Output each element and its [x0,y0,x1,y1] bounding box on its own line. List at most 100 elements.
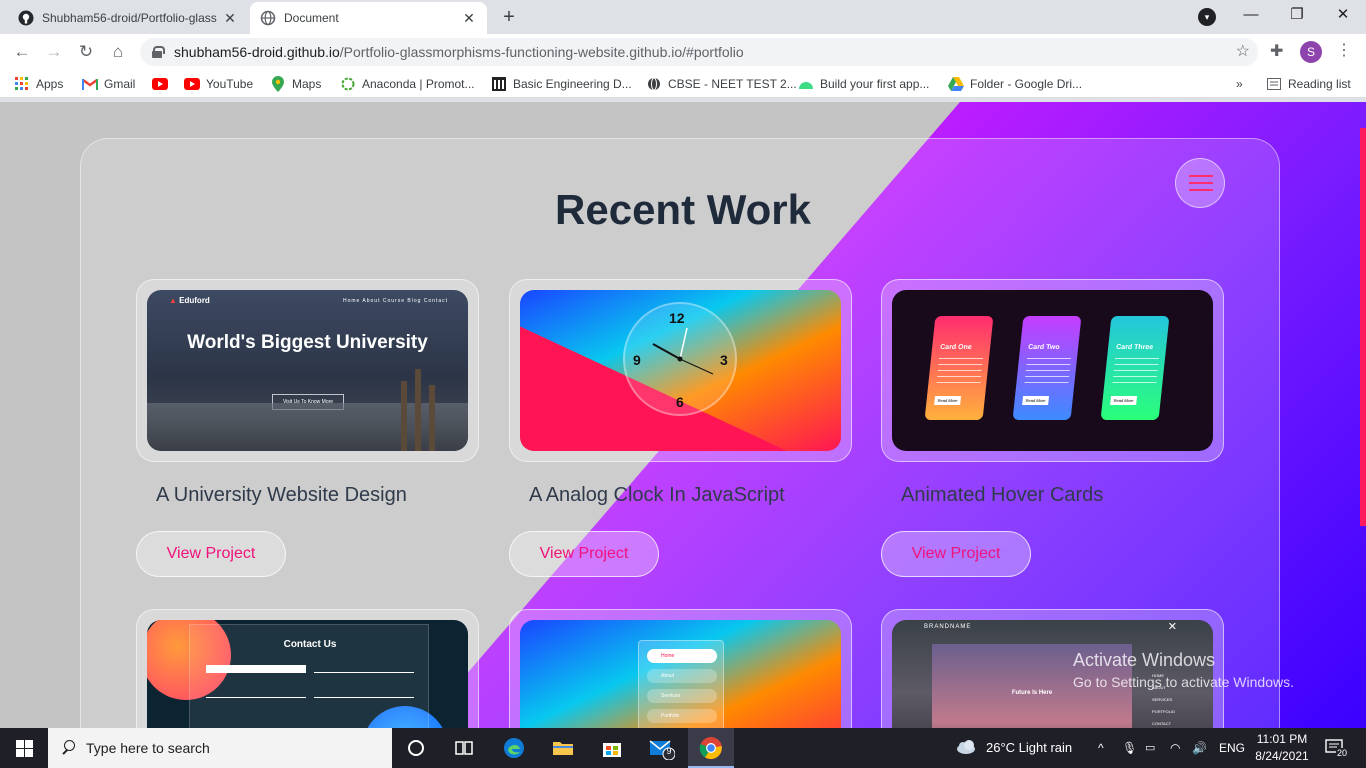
search-placeholder: Type here to search [86,740,210,756]
thumb-read-more: Read More [1022,396,1050,405]
home-icon[interactable]: ⌂ [106,40,130,64]
close-tab-icon[interactable]: ✕ [222,10,238,27]
taskbar-clock[interactable]: 11:01 PM 8/24/2021 [1247,731,1317,765]
close-window-icon[interactable]: ✕ [1320,0,1366,30]
thumb-card-title: Card Two [1027,344,1060,351]
project-thumbnail[interactable]: Home About Services Portfolio [520,620,841,728]
bookmark-label: Gmail [104,77,136,91]
forward-icon[interactable]: → [42,40,66,64]
microphone-icon[interactable]: 🎙 [1122,728,1137,768]
clock-date: 8/24/2021 [1255,749,1309,763]
bookmark-anaconda[interactable]: Anaconda | Promot... [340,75,475,93]
profile-avatar[interactable]: S [1300,41,1322,63]
reading-list[interactable]: Reading list [1266,75,1351,93]
youtube-icon [184,76,200,92]
project-card-contact[interactable]: Contact Us [136,609,479,728]
microsoft-store-icon[interactable] [600,736,624,760]
bookmark-label: Build your first app... [820,77,930,91]
view-project-button[interactable]: View Project [136,531,286,577]
bookmark-label: Basic Engineering D... [513,77,632,91]
windows-logo-icon [25,740,33,748]
tab-title: Shubham56-droid/Portfolio-glass [42,11,217,25]
tab-search-icon[interactable]: ▾ [1198,8,1216,26]
volume-icon[interactable]: 🔊 [1192,728,1207,768]
thumb-brand: Eduford [179,296,210,305]
bookmark-cbse-neet[interactable]: CBSE - NEET TEST 2... [646,75,797,93]
browser-toolbar: ← → ↻ ⌂ shubham56-droid.github.io /Portf… [0,34,1366,70]
back-icon[interactable]: ← [10,40,34,64]
lock-icon[interactable] [152,46,165,58]
view-project-button[interactable]: View Project [881,531,1031,577]
tab-title: Document [284,11,339,25]
project-thumbnail[interactable]: 12 3 6 9 [520,290,841,451]
reload-icon[interactable]: ↻ [74,40,98,64]
view-project-button[interactable]: View Project [509,531,659,577]
thumb-card-text [1024,358,1072,386]
maximize-icon[interactable]: ❐ [1274,0,1320,30]
search-icon [60,740,76,756]
cortana-icon[interactable] [404,736,428,760]
project-card-menu[interactable]: Home About Services Portfolio [509,609,852,728]
menu-bar-icon [1189,189,1213,191]
project-card-hover-cards[interactable]: Card One Read More Card Two Read More Ca… [881,279,1224,462]
project-card-university[interactable]: ▲ Eduford Home About Course Blog Contact… [136,279,479,462]
thumb-menu-item: Home [647,649,717,663]
bookmark-youtube-short[interactable] [152,75,174,93]
portfolio-page: Recent Work ▲ Eduford Home About Course … [0,102,1366,728]
thumb-input [206,697,306,698]
clock-time: 11:01 PM [1256,732,1308,746]
bookmark-google-drive[interactable]: Folder - Google Dri... [948,75,1082,93]
chrome-taskbar-button[interactable] [688,728,734,768]
edge-icon[interactable] [502,736,526,760]
bookmark-youtube[interactable]: YouTube [184,75,253,93]
new-tab-button[interactable]: + [495,6,523,28]
minimize-icon[interactable]: — [1228,0,1274,30]
extensions-puzzle-icon[interactable]: ✚ [1270,41,1283,61]
chrome-menu-icon[interactable]: ⋮ [1336,40,1352,60]
youtube-icon [152,76,168,92]
task-view-icon[interactable] [452,736,476,760]
bookmark-maps[interactable]: Maps [270,75,321,93]
bookmark-label: Maps [292,77,322,91]
bookmark-label: Folder - Google Dri... [970,77,1083,91]
file-explorer-icon[interactable] [551,736,575,760]
address-bar[interactable]: shubham56-droid.github.io /Portfolio-gla… [140,38,1258,66]
wifi-icon[interactable]: ◠ [1170,728,1180,768]
tab-document[interactable]: Document ✕ [250,2,487,34]
windows-taskbar: Type here to search 9 26°C Light rain ^ … [0,728,1366,768]
section-title: Recent Work [555,186,811,233]
more-bookmarks-icon[interactable]: » [1236,75,1243,93]
notifications-icon[interactable]: 20 [1324,736,1349,760]
bookmark-basic-engineering[interactable]: Basic Engineering D... [491,75,632,93]
taskbar-search-box[interactable]: Type here to search [48,728,392,768]
bookmark-star-icon[interactable]: ☆ [1236,41,1250,61]
activate-windows-watermark: Activate Windows Go to Settings to activ… [1073,650,1294,690]
tab-github-repo[interactable]: Shubham56-droid/Portfolio-glass ✕ [8,2,248,34]
show-hidden-icons-icon[interactable]: ^ [1098,728,1104,768]
reading-list-icon [1266,76,1282,92]
project-thumbnail[interactable]: Contact Us [147,620,468,728]
thumb-read-more: Read More [934,396,962,405]
windows-logo-icon [16,749,24,757]
windows-start-button[interactable] [0,728,48,768]
language-indicator[interactable]: ENG [1219,728,1245,768]
bookmark-label: YouTube [206,77,254,91]
url-host: shubham56-droid.github.io [174,44,340,60]
thumb-brand: BRANDNAME [924,624,972,630]
thumb-menu-item: About [647,669,717,683]
project-card-clock[interactable]: 12 3 6 9 [509,279,852,462]
bookmark-apps[interactable]: Apps [14,75,63,93]
drive-icon [948,76,964,92]
project-thumbnail[interactable]: Card One Read More Card Two Read More Ca… [892,290,1213,451]
hamburger-menu-button[interactable] [1175,158,1225,208]
bookmark-build-app[interactable]: Build your first app... [798,75,929,93]
close-tab-icon[interactable]: ✕ [461,10,477,27]
weather-cloud-icon[interactable] [954,736,978,760]
mail-icon[interactable]: 9 [649,736,676,761]
project-thumbnail[interactable]: ▲ Eduford Home About Course Blog Contact… [147,290,468,451]
project-title: A University Website Design [156,484,407,506]
bookmark-gmail[interactable]: Gmail [82,75,135,93]
weather-text[interactable]: 26°C Light rain [986,728,1072,768]
battery-icon[interactable]: ▭ [1145,728,1155,768]
thumb-form-panel: Contact Us [189,624,429,728]
